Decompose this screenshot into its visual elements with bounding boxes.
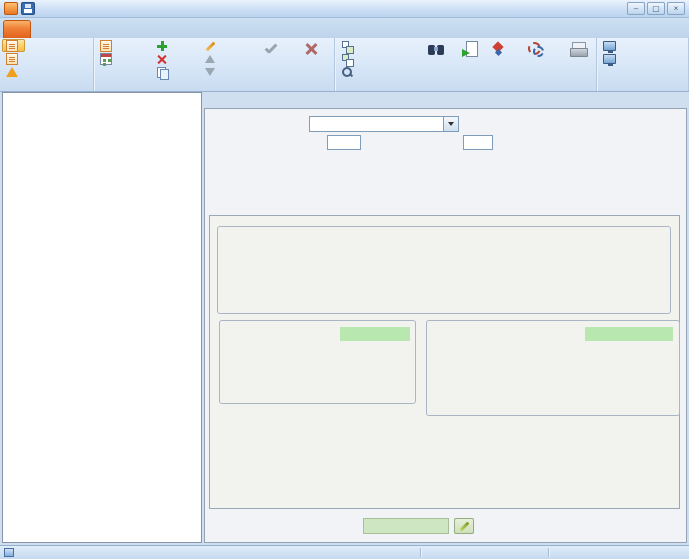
main-panel: [204, 92, 687, 543]
dropdown-arrow-button[interactable]: [443, 117, 458, 131]
group-label-debug: [599, 80, 686, 91]
schermo-1280-button[interactable]: [599, 52, 623, 65]
pencil-icon: [204, 40, 216, 52]
dvr-standard-icon: [6, 53, 18, 65]
importa-button[interactable]: [452, 39, 488, 81]
maximize-button[interactable]: ▢: [647, 2, 665, 15]
arrow-down-icon: [205, 68, 215, 76]
calendar-icon: [100, 53, 112, 65]
group-label-modifica: [96, 81, 332, 91]
search-icon: [341, 66, 353, 78]
import-icon: [462, 41, 478, 57]
dvr-standard-button[interactable]: [2, 52, 25, 65]
tools-icon: [491, 41, 507, 57]
groupbox-servizi: [217, 226, 671, 314]
status-badge: [340, 327, 410, 341]
schermo-1024-button[interactable]: [599, 39, 623, 52]
monitor-icon: [603, 41, 616, 51]
ribbon: [0, 38, 689, 92]
adempimenti-button[interactable]: [96, 52, 152, 65]
quick-access-toolbar: [0, 2, 35, 15]
ribbon-group-debug: [597, 38, 689, 91]
delete-icon: [156, 53, 168, 65]
risultato-edit-button[interactable]: [454, 518, 474, 534]
cancel-icon: [303, 41, 319, 57]
workspace: [0, 92, 689, 545]
new-icon: [156, 40, 168, 52]
superficie-input[interactable]: [327, 135, 361, 150]
rinomina-button[interactable]: [200, 39, 251, 52]
sposta-su-button[interactable]: [200, 52, 251, 65]
gears-icon: [528, 41, 544, 57]
tipo-attivita-dropdown[interactable]: [309, 116, 459, 132]
monitor-icon: [603, 54, 616, 64]
minimize-button[interactable]: –: [627, 2, 645, 15]
check-icon: [263, 41, 279, 57]
expand-tree-icon: [341, 40, 353, 52]
app-icon[interactable]: [4, 2, 18, 15]
duvri-button[interactable]: [96, 39, 152, 52]
chevron-down-icon: [448, 122, 454, 126]
file-tab[interactable]: [3, 20, 31, 38]
lavoratori-input[interactable]: [463, 135, 493, 150]
trova-button[interactable]: [421, 39, 452, 81]
main-body: [204, 108, 687, 543]
ricerca-button[interactable]: [337, 65, 421, 78]
espandi-albero-button[interactable]: [337, 39, 421, 52]
group-label-selettore: [2, 80, 91, 91]
binoculars-icon: [428, 41, 444, 57]
conferma-modifiche-button[interactable]: [250, 39, 291, 81]
statusbar: [0, 545, 689, 559]
status-badge: [585, 327, 673, 341]
main-tabs: [204, 92, 687, 108]
status-grid-icon: [4, 548, 14, 557]
strumenti-button[interactable]: [488, 39, 510, 81]
statusbar-separator: [420, 548, 421, 557]
group-label-operazioni: [337, 81, 594, 91]
ribbon-tab-row: [0, 18, 689, 38]
window-controls: – ▢ ×: [627, 2, 689, 15]
subpanel: [209, 215, 680, 509]
duplica-button[interactable]: [152, 65, 199, 78]
save-icon[interactable]: [21, 2, 35, 15]
nuovo-button[interactable]: [152, 39, 199, 52]
groupbox-barriere: [219, 320, 416, 404]
groupbox-altri: [426, 320, 680, 416]
composizione-automatica-button[interactable]: [510, 39, 561, 81]
annulla-modifiche-button[interactable]: [291, 39, 332, 81]
collapse-tree-icon: [341, 53, 353, 65]
risultato-badge: [363, 518, 449, 534]
arrow-up-icon: [205, 55, 215, 63]
close-button[interactable]: ×: [667, 2, 685, 15]
ribbon-group-modifica: [94, 38, 335, 91]
statusbar-separator: [548, 548, 549, 557]
dvr-button[interactable]: [2, 39, 25, 52]
elimina-button[interactable]: [152, 52, 199, 65]
stampa-button[interactable]: [561, 39, 594, 81]
document-icon: [100, 40, 112, 52]
titlebar: – ▢ ×: [0, 0, 689, 18]
navigation-tree[interactable]: [2, 92, 202, 543]
riduci-albero-button[interactable]: [337, 52, 421, 65]
application-window: { "window": { "title": "Documento1 - Nam…: [0, 0, 689, 559]
sposta-giu-button[interactable]: [200, 65, 251, 78]
pencil-icon: [460, 522, 470, 532]
rischi-button[interactable]: [2, 65, 25, 78]
printer-icon: [570, 41, 586, 57]
warning-icon: [6, 67, 18, 77]
ribbon-group-operazioni: [335, 38, 597, 91]
copy-icon: [156, 66, 168, 78]
dvr-icon: [6, 40, 18, 52]
ribbon-group-selettore: [0, 38, 94, 91]
